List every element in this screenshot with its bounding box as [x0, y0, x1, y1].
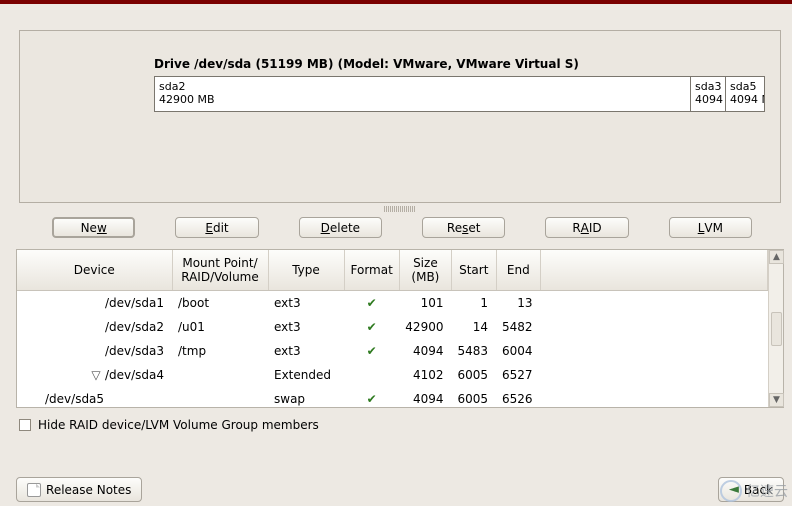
- table-row[interactable]: /dev/sda2/u01ext3✔42900145482: [17, 315, 768, 339]
- table-row[interactable]: ▽/dev/sda4Extended410260056527: [17, 363, 768, 387]
- scroll-up-icon[interactable]: ▲: [769, 250, 784, 264]
- scrollbar[interactable]: ▲ ▼: [768, 250, 783, 407]
- new-button[interactable]: New: [52, 217, 135, 238]
- note-icon: [27, 483, 41, 497]
- table-header[interactable]: Device Mount Point/RAID/Volume Type Form…: [17, 250, 768, 290]
- table-row[interactable]: /dev/sda5swap✔409460056526: [17, 387, 768, 411]
- hide-raid-checkbox[interactable]: [19, 419, 31, 431]
- partition-segment[interactable]: sda34094 M: [691, 77, 726, 111]
- expand-toggle-icon[interactable]: ▽: [91, 368, 101, 382]
- table-row[interactable]: /dev/sda3/tmpext3✔409454836004: [17, 339, 768, 363]
- col-type[interactable]: Type: [268, 250, 344, 290]
- scroll-down-icon[interactable]: ▼: [769, 393, 784, 407]
- col-device[interactable]: Device: [17, 250, 172, 290]
- drive-bar[interactable]: sda242900 MBsda34094 Msda54094 M: [154, 76, 765, 112]
- partition-segment[interactable]: sda54094 M: [726, 77, 764, 111]
- drive-title: Drive /dev/sda (51199 MB) (Model: VMware…: [154, 57, 765, 71]
- col-mount[interactable]: Mount Point/RAID/Volume: [172, 250, 268, 290]
- release-notes-button[interactable]: Release Notes: [16, 477, 142, 502]
- col-start[interactable]: Start: [451, 250, 496, 290]
- reset-button[interactable]: Reset: [422, 217, 505, 238]
- hide-raid-label[interactable]: Hide RAID device/LVM Volume Group member…: [38, 418, 319, 432]
- resize-handle-icon[interactable]: [384, 206, 416, 212]
- watermark: 亿速云: [720, 480, 788, 502]
- scroll-thumb[interactable]: [771, 312, 782, 346]
- delete-button[interactable]: Delete: [299, 217, 382, 238]
- partition-table: Device Mount Point/RAID/Volume Type Form…: [16, 249, 784, 408]
- lvm-button[interactable]: LVM: [669, 217, 752, 238]
- partition-segment[interactable]: sda242900 MB: [155, 77, 691, 111]
- raid-button[interactable]: RAID: [545, 217, 628, 238]
- col-padding: [541, 250, 768, 290]
- edit-button[interactable]: Edit: [175, 217, 258, 238]
- col-end[interactable]: End: [496, 250, 541, 290]
- watermark-icon: [720, 480, 742, 502]
- table-row[interactable]: /dev/sda1/bootext3✔101113: [17, 290, 768, 315]
- col-format[interactable]: Format: [344, 250, 399, 290]
- drive-map-panel: Drive /dev/sda (51199 MB) (Model: VMware…: [19, 30, 781, 203]
- col-size[interactable]: Size(MB): [399, 250, 451, 290]
